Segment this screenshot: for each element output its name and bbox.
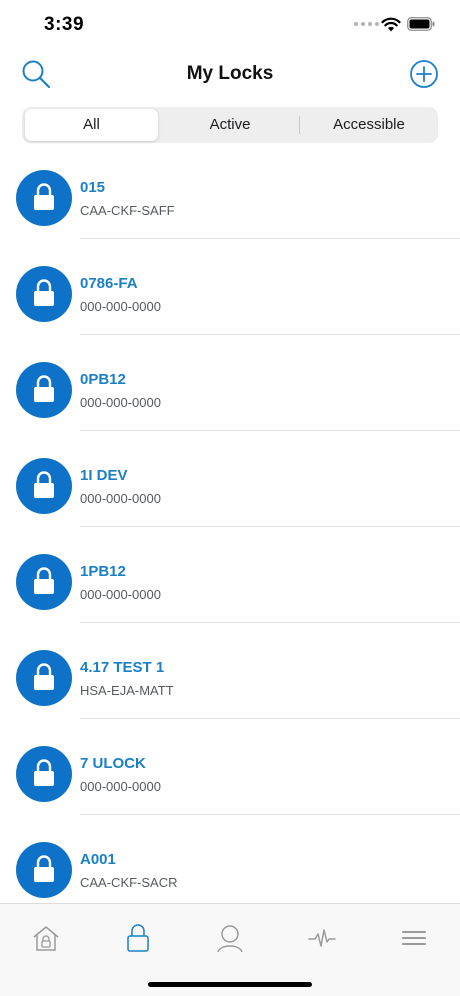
battery-icon — [407, 17, 435, 31]
lock-name: 1PB12 — [80, 563, 126, 580]
lock-avatar — [16, 362, 72, 418]
person-icon — [217, 925, 243, 953]
lock-avatar — [16, 842, 72, 898]
lock-code: CAA-CKF-SACR — [80, 875, 178, 890]
wifi-icon — [381, 17, 401, 32]
padlock-icon — [34, 183, 54, 210]
lock-avatar — [16, 266, 72, 322]
lock-avatar — [16, 554, 72, 610]
lock-name: 0PB12 — [80, 371, 126, 388]
lock-code: CAA-CKF-SAFF — [80, 203, 175, 218]
lock-name: A001 — [80, 851, 116, 868]
lock-list-item[interactable]: 1PB12 000-000-0000 — [0, 527, 460, 623]
tab-menu[interactable] — [384, 918, 444, 958]
lock-avatar — [16, 458, 72, 514]
status-time: 3:39 — [44, 14, 85, 35]
lock-avatar — [16, 746, 72, 802]
lock-name: 7 ULOCK — [80, 755, 146, 772]
navigation-bar: My Locks — [0, 52, 460, 96]
segment-accessible[interactable]: Accessible — [300, 107, 438, 143]
padlock-icon — [34, 567, 54, 594]
lock-list-item[interactable]: 015 CAA-CKF-SAFF — [0, 143, 460, 239]
status-bar: 3:39 — [0, 0, 460, 50]
segment-active[interactable]: Active — [161, 107, 299, 143]
lock-avatar — [16, 650, 72, 706]
menu-icon — [402, 931, 426, 945]
lock-code: 000-000-0000 — [80, 779, 161, 794]
lock-code: 000-000-0000 — [80, 491, 161, 506]
plus-circle-icon — [410, 60, 438, 88]
segment-all[interactable]: All — [25, 109, 158, 141]
tab-profile[interactable] — [200, 918, 260, 958]
add-lock-button[interactable] — [409, 59, 439, 89]
tab-home[interactable] — [16, 918, 76, 958]
lock-name: 015 — [80, 179, 106, 196]
lock-name: 4.17 TEST 1 — [80, 659, 165, 676]
padlock-icon — [34, 471, 54, 498]
lock-code: HSA-EJA-MATT — [80, 683, 174, 698]
activity-icon — [308, 929, 336, 947]
lock-code: 000-000-0000 — [80, 395, 161, 410]
lock-list-item[interactable]: 4.17 TEST 1 HSA-EJA-MATT — [0, 623, 460, 719]
lock-filter-segmented-control: All Active Accessible — [22, 107, 438, 143]
lock-avatar — [16, 170, 72, 226]
padlock-icon — [34, 855, 54, 882]
lock-list-item[interactable]: 7 ULOCK 000-000-0000 — [0, 719, 460, 815]
padlock-icon — [34, 663, 54, 690]
lock-list-item[interactable]: 0786-FA 000-000-0000 — [0, 239, 460, 335]
home-indicator — [148, 982, 312, 987]
lock-name: 0786-FA — [80, 275, 138, 292]
signal-dots-icon — [354, 22, 379, 26]
lock-name: 1I DEV — [80, 467, 128, 484]
padlock-icon — [127, 924, 149, 952]
lock-code: 000-000-0000 — [80, 587, 161, 602]
lock-code: 000-000-0000 — [80, 299, 161, 314]
tab-bar — [0, 903, 460, 996]
house-lock-icon — [33, 926, 59, 951]
padlock-icon — [34, 759, 54, 786]
lock-list-item[interactable]: 0PB12 000-000-0000 — [0, 335, 460, 431]
padlock-icon — [34, 375, 54, 402]
tab-activity[interactable] — [292, 918, 352, 958]
tab-locks[interactable] — [108, 918, 168, 958]
padlock-icon — [34, 279, 54, 306]
lock-list-item[interactable]: A001 CAA-CKF-SACR — [0, 815, 460, 903]
lock-list: 015 CAA-CKF-SAFF 0786-FA 000-000-0000 0P… — [0, 143, 460, 903]
page-title: My Locks — [186, 63, 274, 84]
lock-list-item[interactable]: 1I DEV 000-000-0000 — [0, 431, 460, 527]
